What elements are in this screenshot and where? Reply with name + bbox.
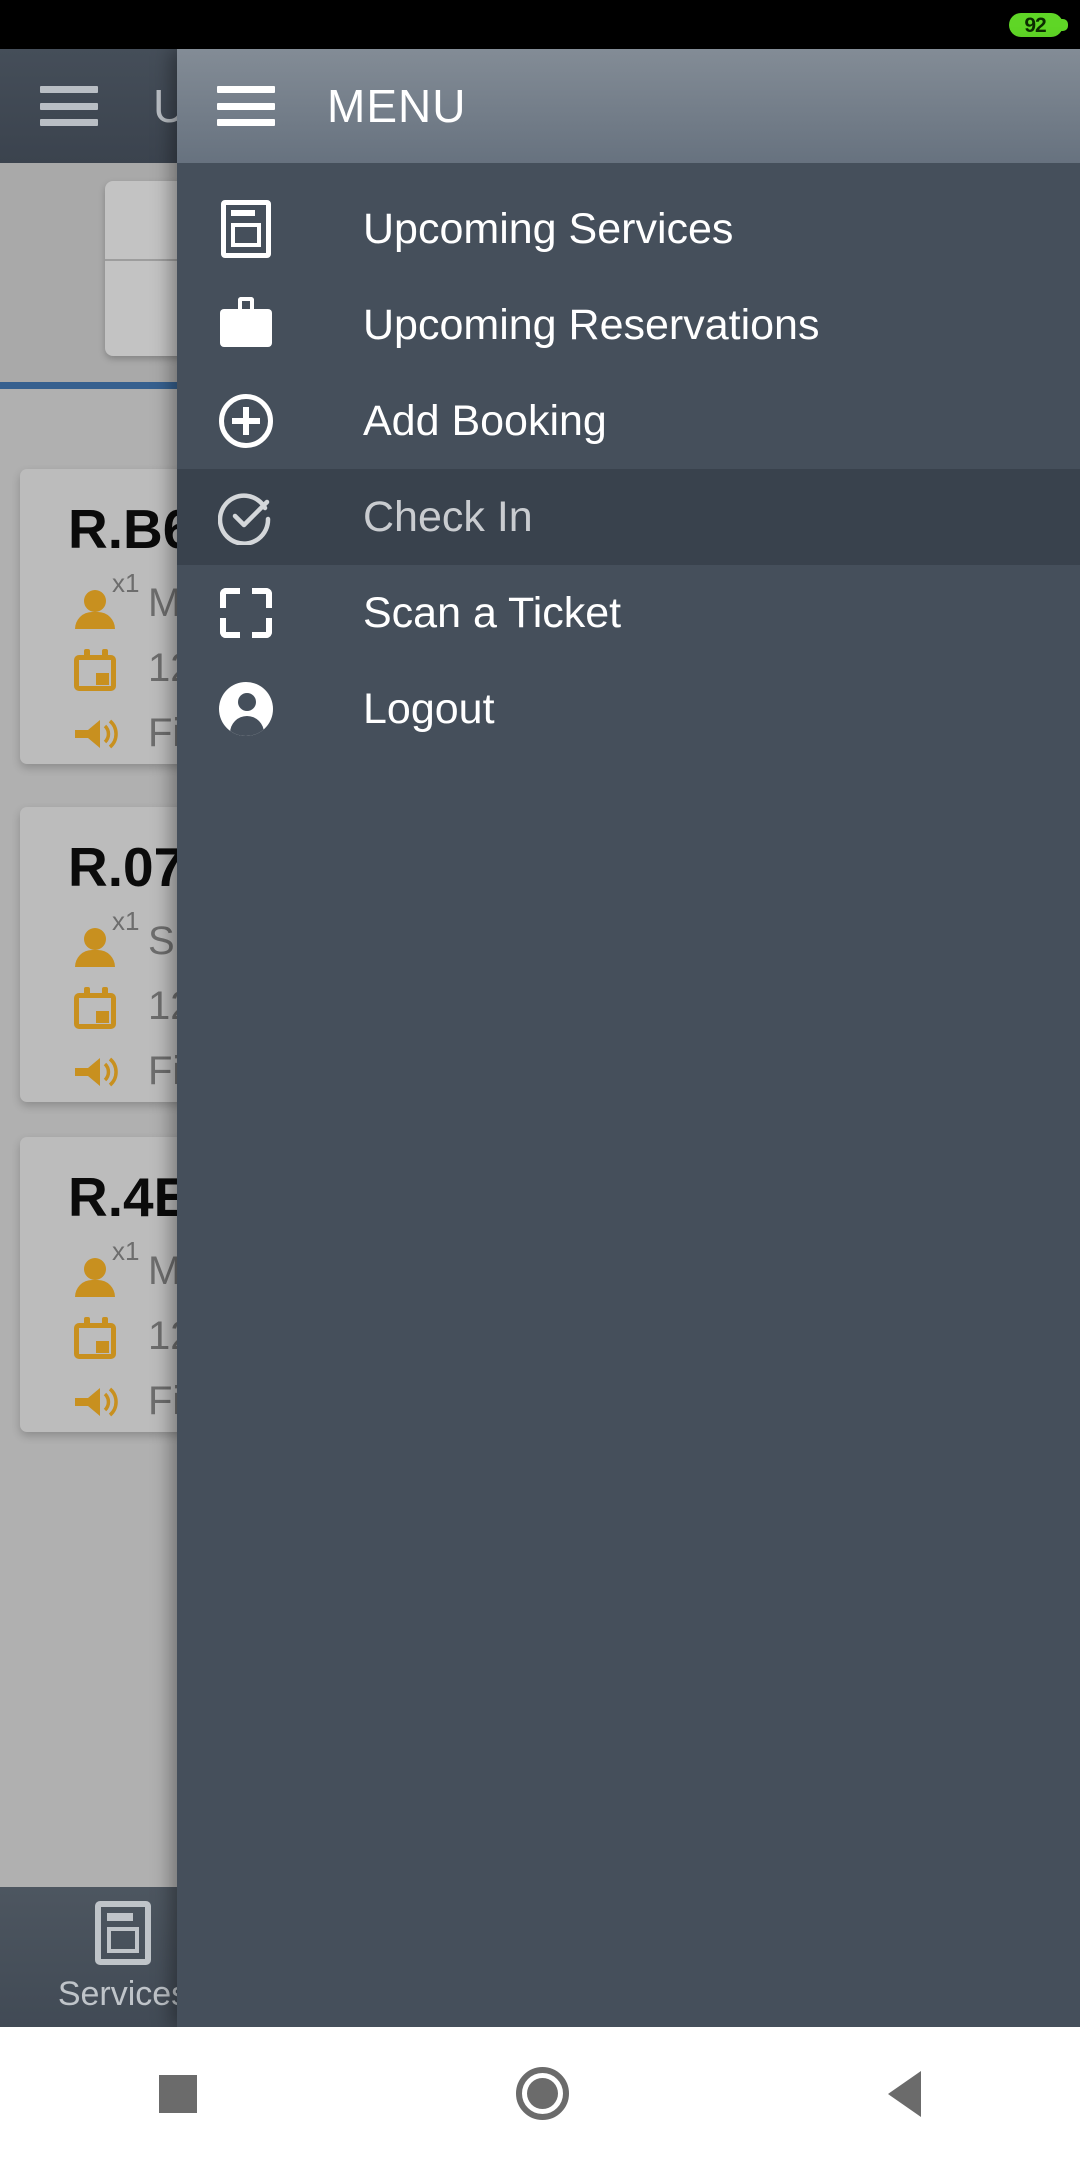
menu-item-label: Add Booking: [363, 396, 607, 445]
guest-count-label: x1: [112, 1235, 140, 1266]
plus-circle-icon: [217, 392, 275, 450]
back-icon[interactable]: [887, 2070, 921, 2117]
menu-item-label: Upcoming Services: [363, 204, 734, 253]
guest-count-label: x1: [112, 567, 140, 598]
check-circle-icon: [217, 488, 275, 546]
menu-item-label: Logout: [363, 684, 495, 733]
megaphone-icon: [72, 1050, 118, 1094]
drawer-header: MENU: [177, 49, 1080, 163]
battery-cap: [1058, 19, 1068, 31]
status-bar: 92: [0, 0, 1080, 49]
megaphone-icon: [72, 1380, 118, 1424]
calendar-icon: [72, 647, 118, 691]
calendar-icon: [72, 985, 118, 1029]
battery-percent-label: 92: [1024, 13, 1046, 37]
account-icon: [217, 680, 275, 738]
calendar-icon: [72, 1315, 118, 1359]
menu-item-upcoming-reservations[interactable]: Upcoming Reservations: [177, 277, 1080, 373]
megaphone-icon: [72, 712, 118, 756]
navigation-drawer: MENU Upcoming Services Upcoming Reservat…: [177, 49, 1080, 2027]
tab-services-label: Services: [57, 1974, 189, 2013]
scan-frame-icon: [217, 584, 275, 642]
recents-icon[interactable]: [159, 2074, 198, 2113]
person-icon: x1: [72, 568, 139, 629]
battery-indicator: 92: [1009, 13, 1068, 37]
drawer-menu-list: Upcoming Services Upcoming Reservations …: [177, 163, 1080, 757]
menu-item-label: Check In: [363, 492, 533, 541]
menu-item-label: Scan a Ticket: [363, 588, 622, 637]
book-icon: [95, 1900, 151, 1965]
android-navigation-bar: [0, 2027, 1080, 2160]
book-icon: [217, 200, 275, 258]
hamburger-icon[interactable]: [217, 86, 275, 126]
drawer-title: MENU: [327, 80, 467, 132]
menu-item-logout[interactable]: Logout: [177, 661, 1080, 757]
menu-item-check-in[interactable]: Check In: [177, 469, 1080, 565]
menu-item-add-booking[interactable]: Add Booking: [177, 373, 1080, 469]
hamburger-icon[interactable]: [40, 86, 98, 126]
briefcase-icon: [217, 296, 275, 354]
menu-item-scan-a-ticket[interactable]: Scan a Ticket: [177, 565, 1080, 661]
menu-item-upcoming-services[interactable]: Upcoming Services: [177, 181, 1080, 277]
home-icon[interactable]: [515, 2067, 569, 2120]
guest-count-label: x1: [112, 905, 140, 936]
person-icon: x1: [72, 906, 139, 967]
menu-item-label: Upcoming Reservations: [363, 300, 820, 349]
person-icon: x1: [72, 1236, 139, 1297]
